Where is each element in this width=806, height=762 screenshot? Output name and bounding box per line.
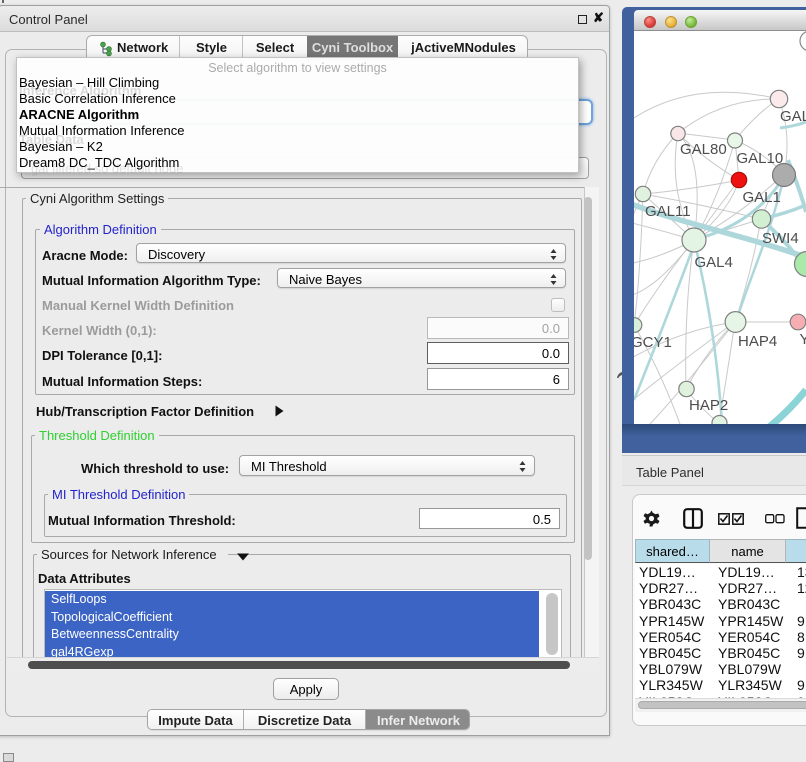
svg-text:Y: Y <box>800 331 806 348</box>
svg-text:HAP4: HAP4 <box>738 333 777 350</box>
svg-text:GAL1: GAL1 <box>743 189 781 206</box>
svg-text:SWI4: SWI4 <box>762 230 799 247</box>
svg-text:HAP2: HAP2 <box>689 397 728 414</box>
svg-text:GAL8: GAL8 <box>780 108 806 125</box>
svg-text:GAL11: GAL11 <box>645 203 691 220</box>
svg-text:GAL4: GAL4 <box>695 254 733 271</box>
svg-text:GCY1: GCY1 <box>634 334 672 351</box>
svg-text:GAL10: GAL10 <box>737 150 784 167</box>
svg-text:GAL80: GAL80 <box>680 141 727 158</box>
